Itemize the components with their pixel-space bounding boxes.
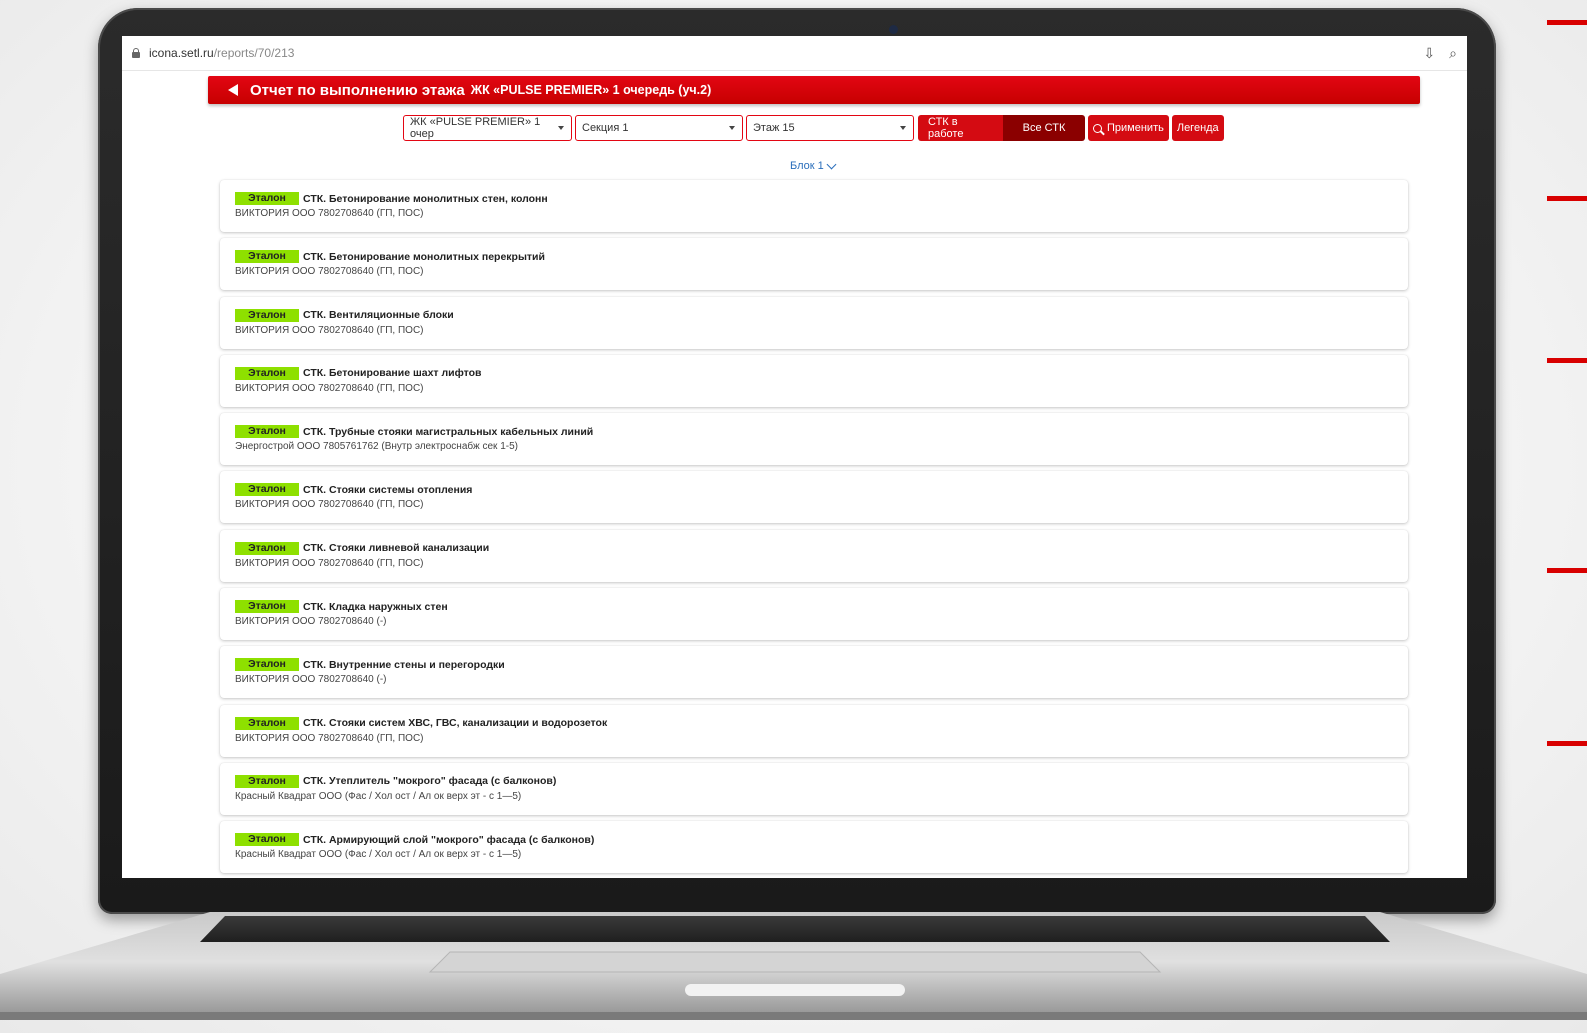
status-badge: Эталон	[235, 541, 299, 555]
item-contractor: ВИКТОРИЯ ООО 7802708640 (-)	[235, 616, 387, 628]
zoom-icon[interactable]: ⌕	[1449, 45, 1457, 62]
item-title: СТК. Трубные стояки магистральных кабель…	[303, 425, 594, 438]
stk-in-progress-button[interactable]: СТК в работе	[918, 115, 1003, 141]
stk-toggle-group: СТК в работе Все СТК	[918, 115, 1085, 141]
item-title: СТК. Бетонирование монолитных стен, коло…	[303, 192, 548, 205]
item-title: СТК. Утеплитель "мокрого" фасада (с балк…	[303, 775, 557, 788]
browser-screen: icona.setl.ru/reports/70/213 ⇩ ⌕ Отчет п…	[122, 36, 1467, 878]
download-icon[interactable]: ⇩	[1423, 45, 1435, 62]
report-header-banner: Отчет по выполнению этажа ЖК «PULSE PREM…	[208, 76, 1420, 104]
side-decor-line	[1547, 568, 1587, 573]
side-decor-line	[1547, 741, 1587, 746]
status-badge: Эталон	[235, 366, 299, 380]
list-item[interactable]: Эталон СТК. Утеплитель "мокрого" фасада (…	[220, 762, 1408, 815]
address-bar[interactable]: icona.setl.ru/reports/70/213 ⇩ ⌕	[122, 36, 1467, 71]
side-decor-line	[1547, 20, 1587, 25]
status-badge: Эталон	[235, 308, 299, 322]
item-contractor: Энергострой ООО 7805761762 (Внутр электр…	[235, 441, 518, 453]
status-badge: Эталон	[235, 716, 299, 730]
item-contractor: ВИКТОРИЯ ООО 7802708640 (ГП, ПОС)	[235, 208, 424, 219]
filter-toolbar: ЖК «PULSE PREMIER» 1 очер Секция 1 Этаж …	[403, 115, 1224, 141]
search-icon	[1093, 123, 1102, 133]
all-stk-button[interactable]: Все СТК	[1003, 115, 1085, 141]
item-title: СТК. Стояки систем ХВС, ГВС, канализации…	[303, 717, 608, 730]
block-toggle[interactable]: Блок 1	[790, 159, 837, 172]
item-contractor: ВИКТОРИЯ ООО 7802708640 (ГП, ПОС)	[235, 266, 424, 278]
list-item[interactable]: Эталон СТК. Бетонирование монолитных стен…	[220, 180, 1408, 232]
item-contractor: ВИКТОРИЯ ООО 7802708640 (ГП, ПОС)	[235, 557, 424, 569]
floor-select[interactable]: Этаж 15	[746, 115, 914, 141]
item-title: СТК. Вентиляционные блоки	[303, 309, 454, 322]
item-title: СТК. Стояки системы отопления	[303, 483, 473, 496]
page-title: Отчет по выполнению этажа	[250, 81, 465, 99]
item-contractor: ВИКТОРИЯ ООО 7802708640 (ГП, ПОС)	[235, 732, 424, 744]
item-title: СТК. Внутренние стены и перегородки	[303, 658, 505, 671]
list-item[interactable]: Эталон СТК. Армирующий слой "мокрого" фас…	[220, 821, 1408, 874]
list-item[interactable]: Эталон СТК. Бетонирование монолитных пере…	[220, 238, 1408, 291]
item-title: СТК. Бетонирование монолитных перекрытий	[303, 250, 545, 263]
legend-button[interactable]: Легенда	[1171, 115, 1224, 141]
chevron-down-icon	[558, 126, 564, 130]
status-badge: Эталон	[235, 250, 299, 264]
laptop-base	[0, 912, 1587, 1033]
chevron-down-icon	[826, 159, 837, 169]
list-item[interactable]: Эталон СТК. Стояки системы отопления ВИКТО…	[220, 471, 1408, 524]
status-badge: Эталон	[235, 774, 299, 788]
chevron-down-icon	[729, 126, 735, 130]
list-item[interactable]: Эталон СТК. Внутренние стены и перегородк…	[220, 646, 1408, 699]
list-item[interactable]: Эталон СТК. Кладка наружных стен ВИКТОРИЯ …	[220, 588, 1408, 641]
item-contractor: ВИКТОРИЯ ООО 7802708640 (ГП, ПОС)	[235, 324, 424, 336]
back-arrow-icon[interactable]	[228, 84, 238, 96]
camera-dot	[889, 25, 898, 34]
page-subtitle: ЖК «PULSE PREMIER» 1 очередь (уч.2)	[470, 83, 712, 97]
list-item[interactable]: Эталон СТК. Вентиляционные блоки ВИКТОРИЯ …	[220, 296, 1408, 349]
side-decor-line	[1547, 196, 1587, 201]
status-badge: Эталон	[235, 600, 299, 614]
apply-button[interactable]: Применить	[1088, 115, 1169, 141]
item-contractor: ВИКТОРИЯ ООО 7802708640 (-)	[235, 674, 387, 686]
list-item[interactable]: Эталон СТК. Стояки ливневой канализации ВИ…	[220, 529, 1408, 582]
status-badge: Эталон	[235, 425, 299, 439]
status-badge: Эталон	[235, 658, 299, 672]
item-title: СТК. Стояки ливневой канализации	[303, 542, 490, 555]
section-select[interactable]: Секция 1	[575, 115, 743, 141]
stk-list: Эталон СТК. Бетонирование монолитных стен…	[220, 180, 1408, 878]
item-title: СТК. Кладка наружных стен	[303, 600, 448, 613]
item-contractor: ВИКТОРИЯ ООО 7802708640 (ГП, ПОС)	[235, 382, 424, 394]
lock-icon	[132, 48, 140, 58]
item-title: СТК. Армирующий слой "мокрого" фасада (с…	[303, 833, 595, 846]
chevron-down-icon	[900, 126, 906, 130]
item-contractor: ВИКТОРИЯ ООО 7802708640 (ГП, ПОС)	[235, 499, 424, 511]
list-item[interactable]: Эталон СТК. Трубные стояки магистральных …	[220, 413, 1408, 466]
list-item[interactable]: Эталон СТК. Бетонирование шахт лифтов ВИКТ…	[220, 354, 1408, 407]
status-badge: Эталон	[235, 192, 299, 205]
item-title: СТК. Бетонирование шахт лифтов	[303, 367, 482, 380]
side-decor-line	[1547, 358, 1587, 363]
item-contractor: Красный Квадрат ООО (Фас / Хол ост / Ал …	[235, 849, 522, 861]
status-badge: Эталон	[235, 483, 299, 497]
item-contractor: Красный Квадрат ООО (Фас / Хол ост / Ал …	[235, 790, 522, 802]
list-item[interactable]: Эталон СТК. Стояки систем ХВС, ГВС, канал…	[220, 704, 1408, 757]
url-text[interactable]: icona.setl.ru/reports/70/213	[149, 46, 294, 60]
complex-select[interactable]: ЖК «PULSE PREMIER» 1 очер	[403, 115, 572, 141]
status-badge: Эталон	[235, 833, 299, 847]
